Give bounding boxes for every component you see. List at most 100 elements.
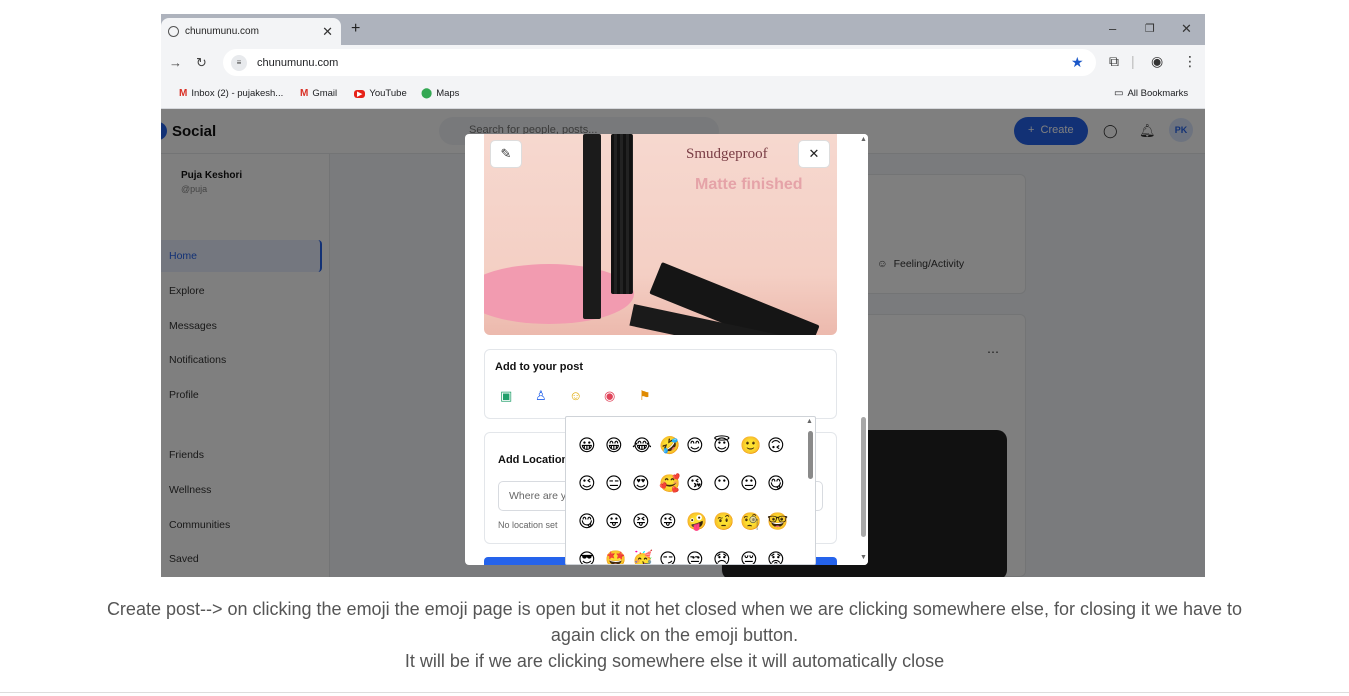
youtube-icon: ▶ <box>354 89 366 98</box>
emoji-option[interactable]: 😔 <box>740 549 767 564</box>
emoji-option[interactable]: 😋 <box>767 473 794 511</box>
emoji-option[interactable]: 😋 <box>578 511 605 549</box>
emoji-option[interactable]: 😛 <box>605 511 632 549</box>
close-icon: ✕ <box>808 146 820 161</box>
url-text: chunumunu.com <box>257 56 339 69</box>
caption-line: Create post--> on clicking the emoji the… <box>106 599 1243 619</box>
emoji-option[interactable]: 🤪 <box>686 511 713 549</box>
menu-dots-icon[interactable]: ⋮ <box>1183 53 1197 70</box>
add-location-title: Add Location <box>498 454 569 466</box>
emoji-option[interactable]: 😁 <box>605 435 632 473</box>
restore-icon[interactable]: ❐ <box>1145 22 1155 35</box>
photo-icon[interactable]: ▣ <box>500 388 512 404</box>
photo-shape <box>611 134 633 294</box>
uploaded-photo: Smudgeproof Matte finished <box>484 134 837 335</box>
emoji-option[interactable]: 😶 <box>713 473 740 511</box>
bookmark-label: Maps <box>436 88 460 99</box>
scrollbar-thumb[interactable] <box>808 431 813 479</box>
emoji-option[interactable]: 😒 <box>686 549 713 564</box>
emoji-option[interactable]: 🤓 <box>767 511 794 549</box>
bookmark-star-icon[interactable]: ★ <box>1071 54 1084 71</box>
location-pin-icon[interactable]: ◉ <box>604 388 615 404</box>
address-bar[interactable]: ≡ chunumunu.com <box>223 49 1096 76</box>
globe-icon <box>168 26 179 37</box>
location-hint: No location set <box>498 520 558 530</box>
bookmark-youtube[interactable]: ▶ YouTube <box>354 88 407 99</box>
maps-icon: ⬤ <box>421 88 433 99</box>
caption-line: again click on the emoji button. <box>550 625 799 645</box>
new-tab-button[interactable]: + <box>351 20 360 38</box>
profile-avatar-icon[interactable]: ◉ <box>1151 53 1163 70</box>
browser-tabstrip: chunumunu.com ✕ + – ❐ ✕ <box>161 14 1205 45</box>
all-bookmarks[interactable]: ▭ All Bookmarks <box>1114 88 1188 99</box>
emoji-option[interactable]: 😀 <box>578 435 605 473</box>
bookmark-gmail[interactable]: M Gmail <box>300 88 337 99</box>
browser-tab[interactable]: chunumunu.com ✕ <box>161 18 341 45</box>
emoji-picker: 😀 😁 😂 🤣 😊 😇 🙂 🙃 😉 😑 😍 🥰 😘 😶 😐 😋 😋 😛 😝 😜 🤪 🤨 🧐 🤓 😎 🤩 🥳 😏 😒 😞 😔 😟 ▲ <box>565 416 816 565</box>
emoji-option[interactable]: 😝 <box>632 511 659 549</box>
gmail-icon: M <box>179 88 188 99</box>
emoji-picker-scrollbar[interactable]: ▲ <box>805 417 815 564</box>
emoji-option[interactable]: 😘 <box>686 473 713 511</box>
photo-text: Matte finished <box>695 176 803 193</box>
emoji-option[interactable]: 😇 <box>713 435 740 473</box>
photo-text: Smudgeproof <box>686 146 768 162</box>
gmail-icon: M <box>300 88 309 99</box>
tab-title: chunumunu.com <box>185 26 259 37</box>
flag-icon[interactable]: ⚑ <box>639 388 651 404</box>
scroll-up-icon[interactable]: ▲ <box>860 136 867 143</box>
emoji-option[interactable]: 😊 <box>686 435 713 473</box>
reload-icon[interactable]: ↻ <box>196 55 207 71</box>
emoji-option[interactable]: 😂 <box>632 435 659 473</box>
issue-caption: Create post--> on clicking the emoji the… <box>0 596 1349 674</box>
toolbar-divider: | <box>1131 53 1135 69</box>
emoji-option[interactable]: 🙃 <box>767 435 794 473</box>
emoji-option[interactable]: 😎 <box>578 549 605 564</box>
emoji-option[interactable]: 🙂 <box>740 435 767 473</box>
tag-people-icon[interactable]: ♙ <box>535 388 547 404</box>
scrollbar-thumb[interactable] <box>861 417 866 537</box>
remove-photo-button[interactable]: ✕ <box>798 140 830 168</box>
emoji-option[interactable]: 🤩 <box>605 549 632 564</box>
all-bookmarks-label: All Bookmarks <box>1127 88 1189 99</box>
emoji-option[interactable]: 🥰 <box>659 473 686 511</box>
emoji-option[interactable]: 😉 <box>578 473 605 511</box>
scroll-up-icon[interactable]: ▲ <box>806 418 813 425</box>
emoji-option[interactable]: 🤨 <box>713 511 740 549</box>
forward-icon[interactable]: → <box>169 55 182 70</box>
window-close-icon[interactable]: ✕ <box>1181 21 1192 37</box>
scroll-down-icon[interactable]: ▼ <box>860 554 867 561</box>
browser-toolbar: → ↻ ≡ chunumunu.com ★ ⧉ | ◉ ⋮ <box>161 45 1205 80</box>
emoji-icon[interactable]: ☺ <box>569 388 582 403</box>
emoji-option[interactable]: 😐 <box>740 473 767 511</box>
caption-line: It will be if we are clicking somewhere … <box>404 651 945 671</box>
bookmark-label: YouTube <box>369 88 407 99</box>
emoji-option[interactable]: 🥳 <box>632 549 659 564</box>
emoji-option[interactable]: 😞 <box>713 549 740 564</box>
emoji-option[interactable]: 😟 <box>767 549 794 564</box>
bookmark-maps[interactable]: ⬤ Maps <box>421 88 459 99</box>
emoji-option[interactable]: 😏 <box>659 549 686 564</box>
bookmarks-bar: M Inbox (2) - pujakesh... M Gmail ▶ YouT… <box>161 80 1205 109</box>
minimize-icon[interactable]: – <box>1109 21 1116 36</box>
bookmark-label: Gmail <box>312 88 338 99</box>
emoji-option[interactable]: 🧐 <box>740 511 767 549</box>
folder-icon: ▭ <box>1114 88 1124 99</box>
photo-shape <box>583 134 601 319</box>
site-settings-icon[interactable]: ≡ <box>231 54 247 71</box>
emoji-option[interactable]: 🤣 <box>659 435 686 473</box>
edit-photo-button[interactable]: ✎ <box>490 140 522 168</box>
close-tab-icon[interactable]: ✕ <box>322 24 333 40</box>
add-to-post-title: Add to your post <box>495 361 583 373</box>
emoji-option[interactable]: 😑 <box>605 473 632 511</box>
divider <box>0 692 1349 693</box>
modal-scrollbar[interactable]: ▲ ▼ <box>859 134 868 565</box>
screenshot-frame: chunumunu.com ✕ + – ❐ ✕ → ↻ ≡ chunumunu.… <box>161 14 1205 577</box>
extensions-icon[interactable]: ⧉ <box>1109 53 1119 70</box>
add-to-post-panel: Add to your post ▣ ♙ ☺ ◉ ⚑ <box>484 349 837 419</box>
emoji-option[interactable]: 😜 <box>659 511 686 549</box>
pencil-icon: ✎ <box>500 146 512 161</box>
bookmark-inbox[interactable]: M Inbox (2) - pujakesh... <box>179 88 283 99</box>
bookmark-label: Inbox (2) - pujakesh... <box>191 88 284 99</box>
emoji-option[interactable]: 😍 <box>632 473 659 511</box>
